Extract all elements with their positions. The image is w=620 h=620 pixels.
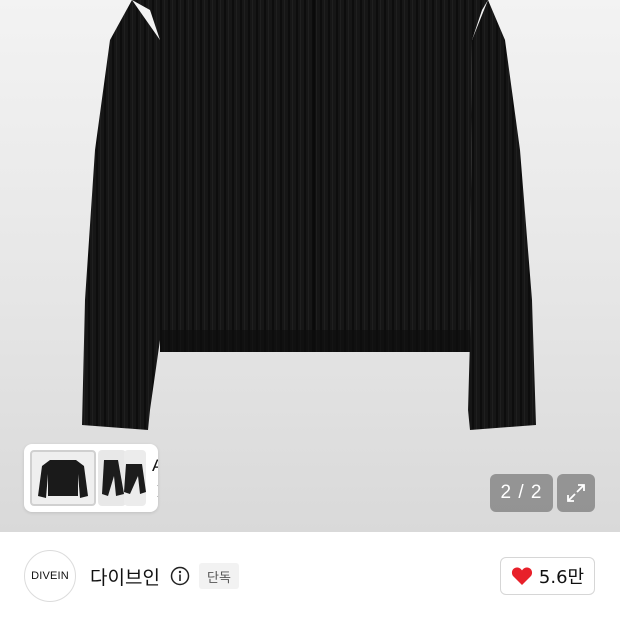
brand-name[interactable]: 다이브인 — [90, 563, 160, 590]
thumbnail-front — [30, 450, 96, 506]
ai-styling-thumbnail-card[interactable]: AI — [24, 444, 158, 512]
thumbnail-back — [124, 450, 146, 506]
product-detail-screen: AI 2 / 2 DIVEIN 다이브인 단독 5.6만 — [0, 0, 620, 620]
heart-filled-icon — [511, 567, 532, 585]
brand-logo[interactable]: DIVEIN — [24, 550, 76, 602]
info-circle-icon[interactable] — [170, 566, 190, 586]
product-image[interactable]: AI 2 / 2 — [0, 0, 620, 532]
thumbnail-side — [98, 450, 126, 506]
chevron-right-icon — [157, 485, 158, 497]
expand-image-button[interactable] — [557, 474, 595, 512]
image-page-counter: 2 / 2 — [490, 474, 553, 512]
expand-arrows-icon — [567, 484, 585, 502]
exclusive-badge: 단독 — [199, 563, 239, 589]
like-button[interactable]: 5.6만 — [500, 557, 595, 595]
like-count: 5.6만 — [538, 567, 585, 588]
ai-label: AI — [152, 456, 158, 475]
brand-bar: DIVEIN 다이브인 단독 5.6만 — [0, 532, 620, 620]
